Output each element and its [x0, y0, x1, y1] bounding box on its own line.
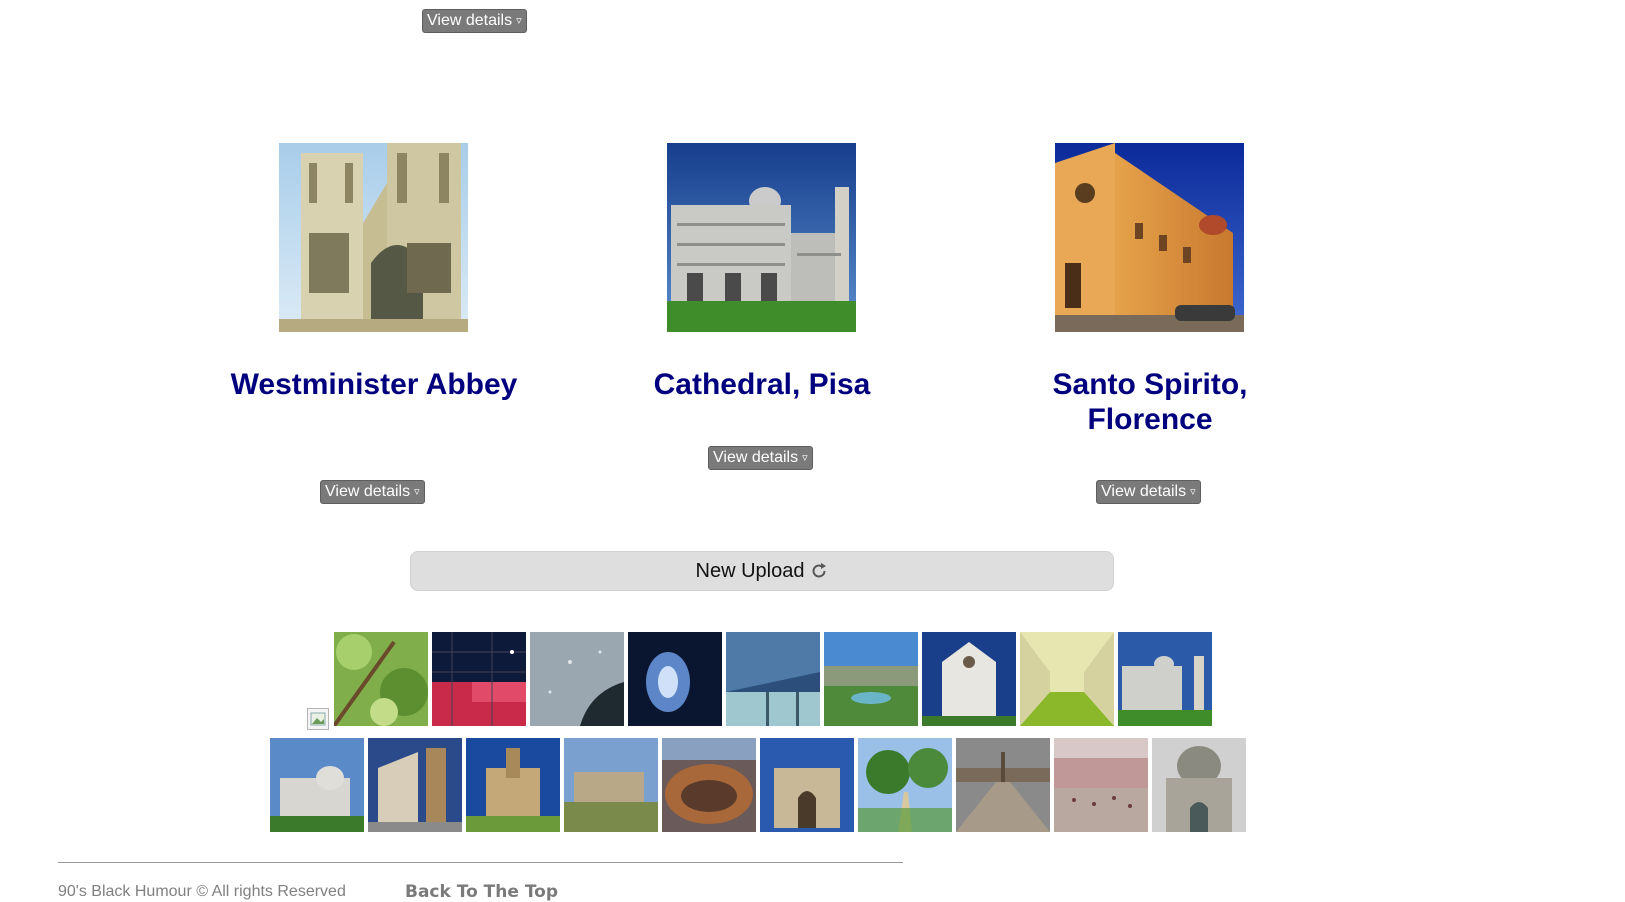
refresh-icon: [810, 562, 828, 580]
card-title: Cathedral, Pisa: [653, 368, 871, 401]
gallery-thumb[interactable]: [662, 738, 756, 832]
gallery-thumb[interactable]: [858, 738, 952, 832]
gallery-thumb[interactable]: [530, 632, 624, 726]
gallery-thumb[interactable]: [1118, 632, 1212, 726]
gallery-thumb[interactable]: [824, 632, 918, 726]
triangle-down-icon: ▿: [1190, 486, 1196, 498]
footer-divider: [58, 862, 903, 863]
back-to-top-link[interactable]: Back To The Top: [405, 882, 558, 902]
card-title: Santo Spirito, Florence: [1052, 368, 1248, 436]
gallery-thumb[interactable]: [466, 738, 560, 832]
view-details-label: View details: [713, 449, 799, 466]
broken-image-icon: [307, 708, 329, 730]
triangle-down-icon: ▿: [802, 452, 808, 464]
gallery-thumb[interactable]: [564, 738, 658, 832]
gallery-thumb[interactable]: [432, 632, 526, 726]
triangle-down-icon: ▿: [516, 15, 522, 27]
view-details-label: View details: [427, 12, 513, 29]
gallery-thumb[interactable]: [270, 738, 364, 832]
new-upload-button[interactable]: New Upload: [410, 551, 1114, 591]
gallery-thumb[interactable]: [760, 738, 854, 832]
gallery-thumb[interactable]: [334, 632, 428, 726]
santo-spirito-image[interactable]: [1055, 143, 1244, 332]
view-details-button[interactable]: View details ▿: [1096, 480, 1201, 504]
view-details-button[interactable]: View details ▿: [320, 480, 425, 504]
gallery-thumb[interactable]: [1152, 738, 1246, 832]
view-details-label: View details: [1101, 483, 1187, 500]
cathedral-pisa-image[interactable]: [667, 143, 856, 332]
gallery-thumb[interactable]: [726, 632, 820, 726]
view-details-label: View details: [325, 483, 411, 500]
gallery-thumb[interactable]: [628, 632, 722, 726]
view-details-button[interactable]: View details ▿: [708, 446, 813, 470]
gallery-thumb[interactable]: [956, 738, 1050, 832]
view-details-button[interactable]: View details ▿: [422, 9, 527, 33]
gallery-thumb[interactable]: [1020, 632, 1114, 726]
westminster-abbey-image[interactable]: [279, 143, 468, 332]
gallery-thumb[interactable]: [922, 632, 1016, 726]
copyright-text: 90's Black Humour © All rights Reserved: [58, 883, 346, 900]
new-upload-label: New Upload: [695, 559, 805, 582]
triangle-down-icon: ▿: [414, 486, 420, 498]
gallery-thumb[interactable]: [368, 738, 462, 832]
card-title: Westminister Abbey: [230, 368, 518, 401]
gallery-thumb[interactable]: [1054, 738, 1148, 832]
